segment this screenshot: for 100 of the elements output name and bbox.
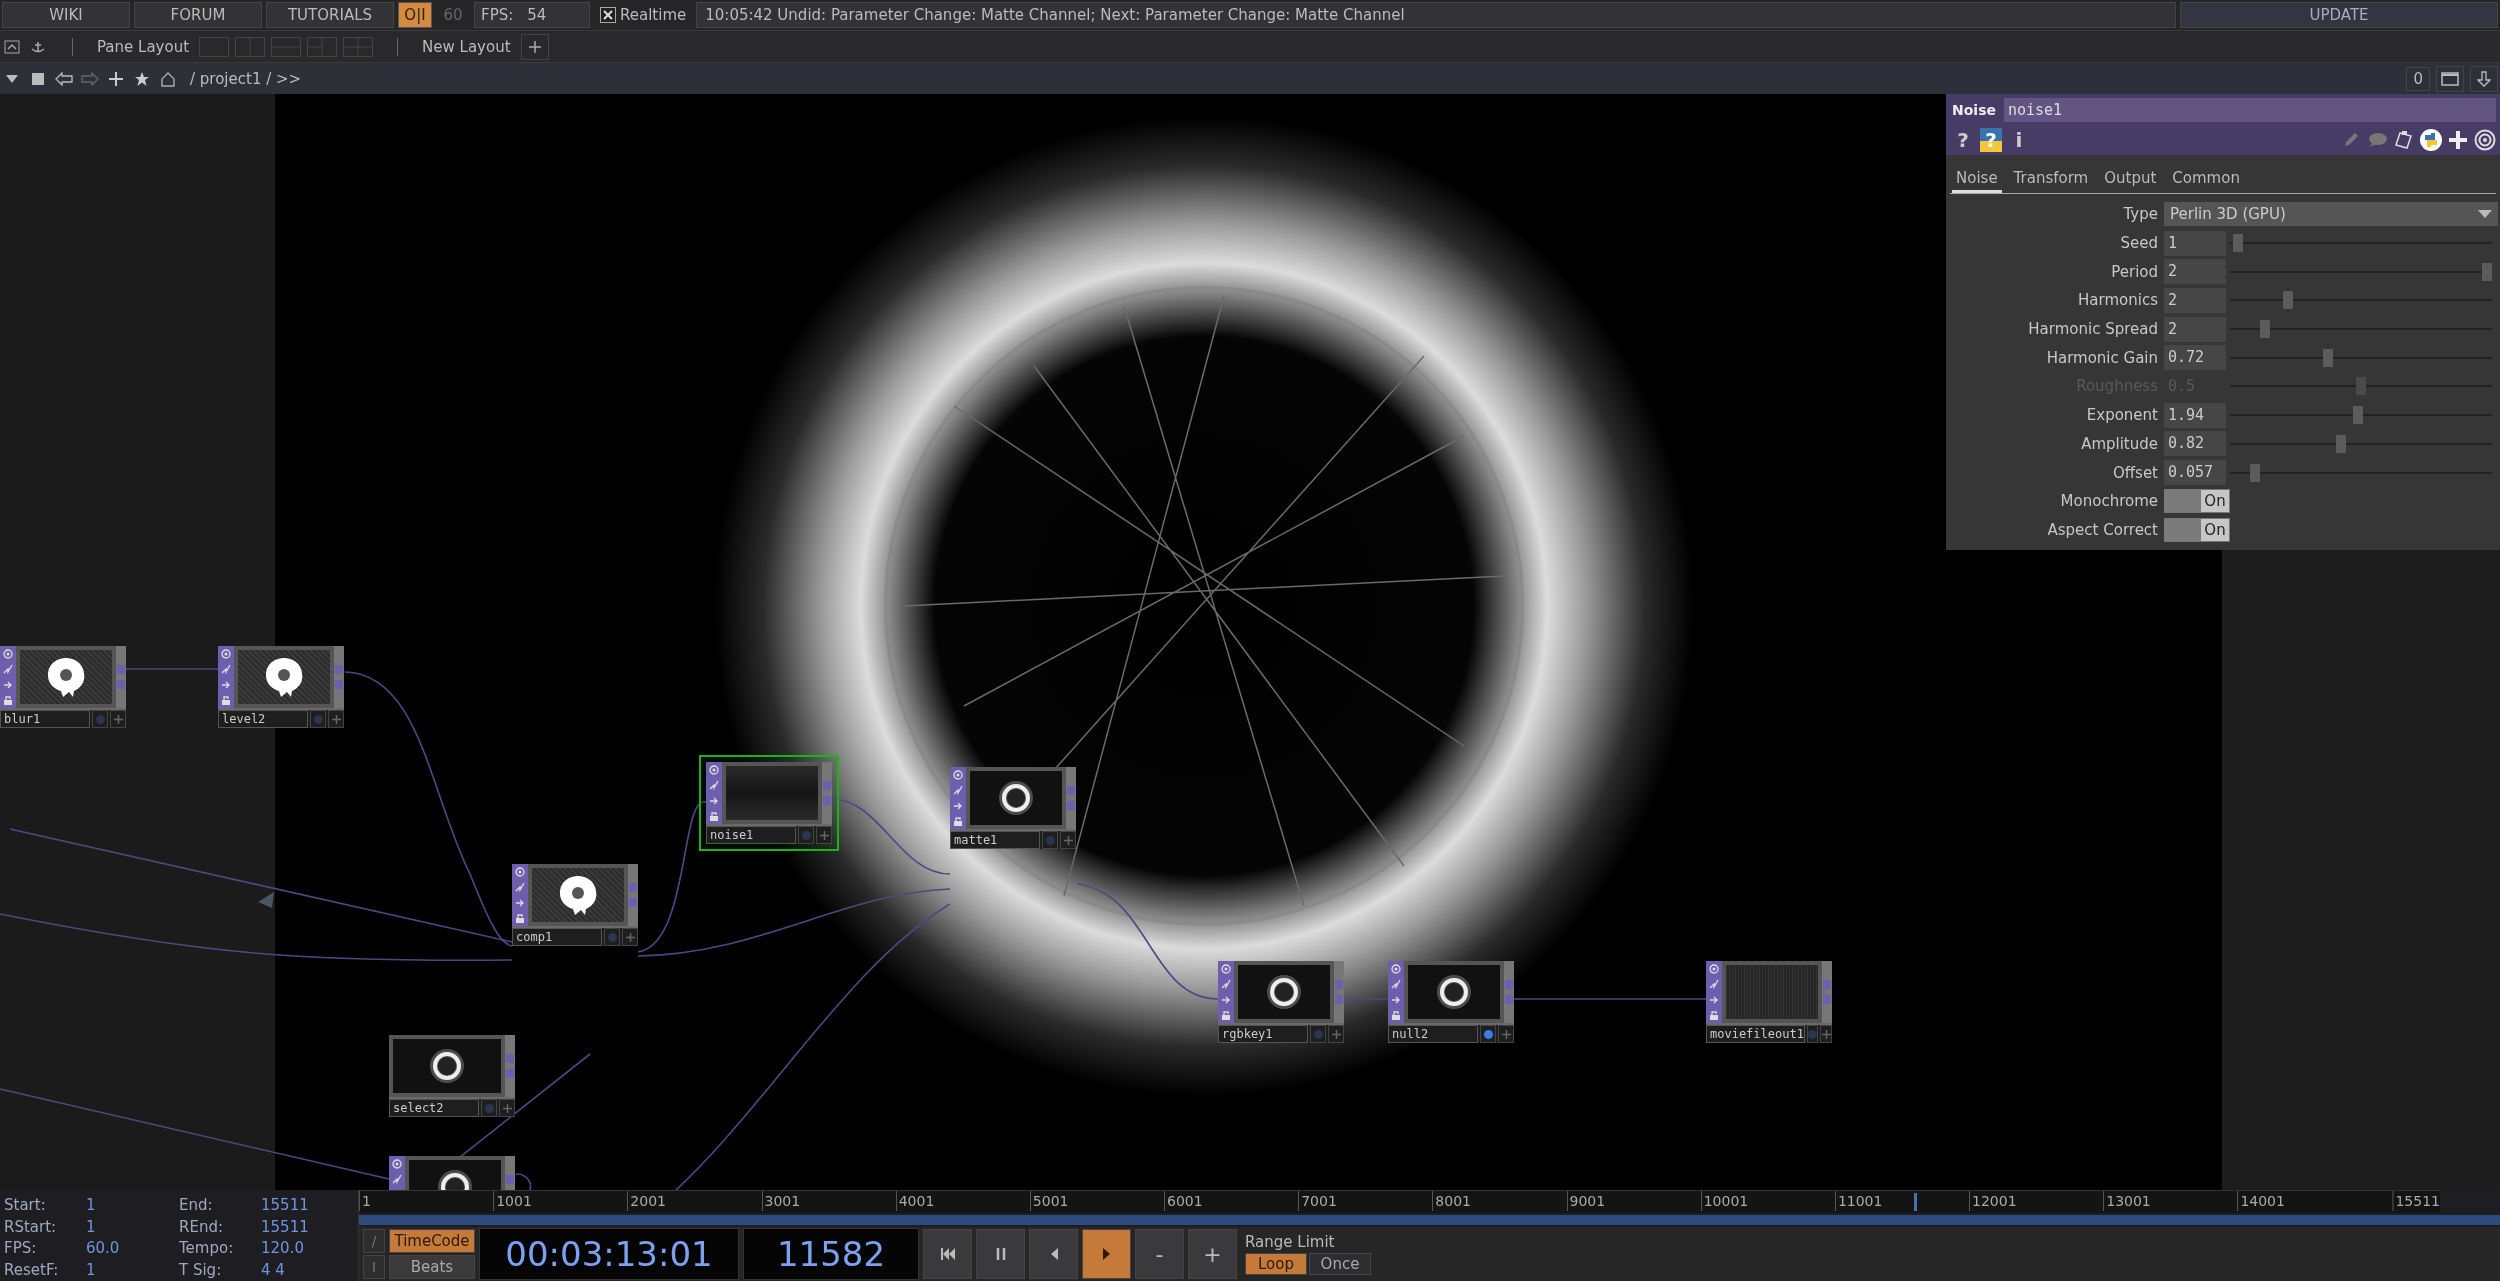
speech-bubble-icon[interactable] (2366, 132, 2388, 148)
zigzag-icon[interactable] (392, 1174, 402, 1185)
zigzag-icon[interactable] (1391, 979, 1401, 990)
display-flag-button[interactable] (310, 710, 326, 728)
lock-icon[interactable] (1221, 1010, 1231, 1021)
slider-handle[interactable] (2282, 291, 2293, 310)
zigzag-icon[interactable] (953, 785, 963, 796)
lock-icon[interactable] (221, 695, 231, 706)
perform-mode-toggle[interactable]: O|I (398, 2, 432, 28)
step-button[interactable]: - (1135, 1229, 1184, 1279)
pencil-icon[interactable] (2342, 131, 2360, 149)
arrow-icon[interactable] (1709, 994, 1719, 1005)
value-field[interactable]: 0.82 (2164, 431, 2226, 457)
slider-handle[interactable] (2323, 348, 2334, 367)
node-name-label[interactable]: rgbkey1 (1218, 1025, 1308, 1043)
display-flag-button[interactable] (1806, 1025, 1819, 1043)
viewer-icon[interactable] (953, 769, 963, 780)
slider-handle[interactable] (2250, 463, 2261, 482)
lock-icon[interactable] (515, 913, 525, 924)
display-flag-button[interactable] (604, 928, 620, 946)
range-limit-option[interactable]: Loop (1245, 1253, 1307, 1275)
realtime-checkbox[interactable] (600, 7, 616, 23)
timeline-setting-value[interactable]: 15511 (261, 1217, 309, 1237)
display-flag-button[interactable] (798, 826, 814, 844)
value-field[interactable]: 2 (2164, 316, 2226, 342)
parameter-page-tab[interactable]: Output (2100, 167, 2161, 193)
operator-node[interactable]: noise1 (706, 762, 832, 844)
zigzag-icon[interactable] (3, 664, 13, 675)
timecode-display[interactable]: 00:03:13:01 (479, 1228, 739, 1280)
slider-handle[interactable] (2482, 262, 2492, 281)
slider-handle[interactable] (2353, 406, 2364, 425)
node-name-label[interactable]: level2 (218, 710, 308, 728)
arrow-icon[interactable] (221, 679, 231, 690)
timeline-setting-value[interactable]: 1 (86, 1260, 96, 1280)
node-name-label[interactable]: noise1 (706, 826, 796, 844)
operator-node[interactable]: select2 (389, 1035, 515, 1117)
help-button[interactable]: i (2008, 128, 2030, 152)
display-flag-button[interactable] (481, 1099, 497, 1117)
window-icon[interactable] (2436, 65, 2464, 92)
lock-icon[interactable] (709, 811, 719, 822)
timeline-setting-value[interactable]: 4 4 (261, 1260, 285, 1280)
timeline-setting-value[interactable]: 120.0 (261, 1239, 304, 1258)
node-name-label[interactable]: blur1 (0, 710, 90, 728)
link-button[interactable]: WIKI (2, 2, 130, 28)
operator-node[interactable]: blur1 (0, 646, 126, 728)
slider-handle[interactable] (2260, 320, 2271, 339)
arrow-icon[interactable] (709, 795, 719, 806)
operator-node[interactable]: matte1 (950, 767, 1076, 849)
target-icon[interactable] (2474, 129, 2496, 151)
zigzag-icon[interactable] (515, 882, 525, 893)
operator-node[interactable]: moviefileout1 (1706, 961, 1832, 1043)
network-path[interactable]: / project1 / >> (190, 69, 302, 88)
operator-node[interactable]: level2 (218, 646, 344, 728)
zigzag-icon[interactable] (1221, 979, 1231, 990)
viewer-icon[interactable] (515, 866, 525, 877)
operator-node[interactable]: comp1 (512, 864, 638, 946)
viewer-icon[interactable] (709, 764, 719, 775)
python-icon[interactable] (2420, 129, 2442, 151)
range-limit-option[interactable]: Once (1309, 1253, 1371, 1275)
slider-handle[interactable] (2232, 234, 2243, 253)
plus-icon[interactable] (520, 33, 549, 60)
value-field[interactable]: 0.72 (2164, 345, 2226, 371)
play-button[interactable] (1082, 1229, 1131, 1279)
viewer-icon[interactable] (3, 648, 13, 659)
value-field[interactable]: 2 (2164, 259, 2226, 285)
zigzag-icon[interactable] (1709, 979, 1719, 990)
display-flag-button[interactable] (1042, 831, 1058, 849)
lock-icon[interactable] (953, 816, 963, 827)
viewer-icon[interactable] (1221, 963, 1231, 974)
playhead[interactable] (1913, 1193, 1917, 1211)
rewind-button[interactable] (923, 1229, 972, 1279)
node-name-label[interactable]: comp1 (512, 928, 602, 946)
value-field[interactable]: 1 (2164, 230, 2226, 256)
link-button[interactable]: FORUM (134, 2, 262, 28)
arrow-icon[interactable] (953, 800, 963, 811)
operator-name-field[interactable]: noise1 (2003, 97, 2496, 122)
display-flag-button[interactable] (1310, 1025, 1326, 1043)
link-button[interactable]: TUTORIALS (266, 2, 394, 28)
timeline-setting-value[interactable]: 1 (86, 1217, 96, 1237)
help-button[interactable]: ? (1980, 128, 2002, 152)
arrow-icon[interactable] (515, 897, 525, 908)
lock-icon[interactable] (1391, 1010, 1401, 1021)
slider-handle[interactable] (2335, 434, 2346, 453)
timeline-setting-value[interactable]: 1 (86, 1196, 96, 1215)
display-flag-button[interactable] (1480, 1025, 1496, 1043)
step-button[interactable]: + (1188, 1229, 1237, 1279)
help-button[interactable]: ? (1952, 128, 1974, 152)
arrow-icon[interactable] (3, 679, 13, 690)
timeline-setting-value[interactable]: 15511 (261, 1196, 309, 1215)
value-field[interactable]: 2 (2164, 287, 2226, 313)
frame-display[interactable]: 11582 (743, 1228, 919, 1280)
viewer-icon[interactable] (221, 648, 231, 659)
arrow-icon[interactable] (1221, 994, 1231, 1005)
viewer-icon[interactable] (1709, 963, 1719, 974)
display-flag-button[interactable] (92, 710, 108, 728)
operator-node[interactable]: null2 (1388, 961, 1514, 1043)
lock-icon[interactable] (3, 695, 13, 706)
value-field[interactable]: 1.94 (2164, 402, 2226, 428)
node-name-label[interactable]: null2 (1388, 1025, 1478, 1043)
node-name-label[interactable]: moviefileout1 (1706, 1025, 1805, 1043)
